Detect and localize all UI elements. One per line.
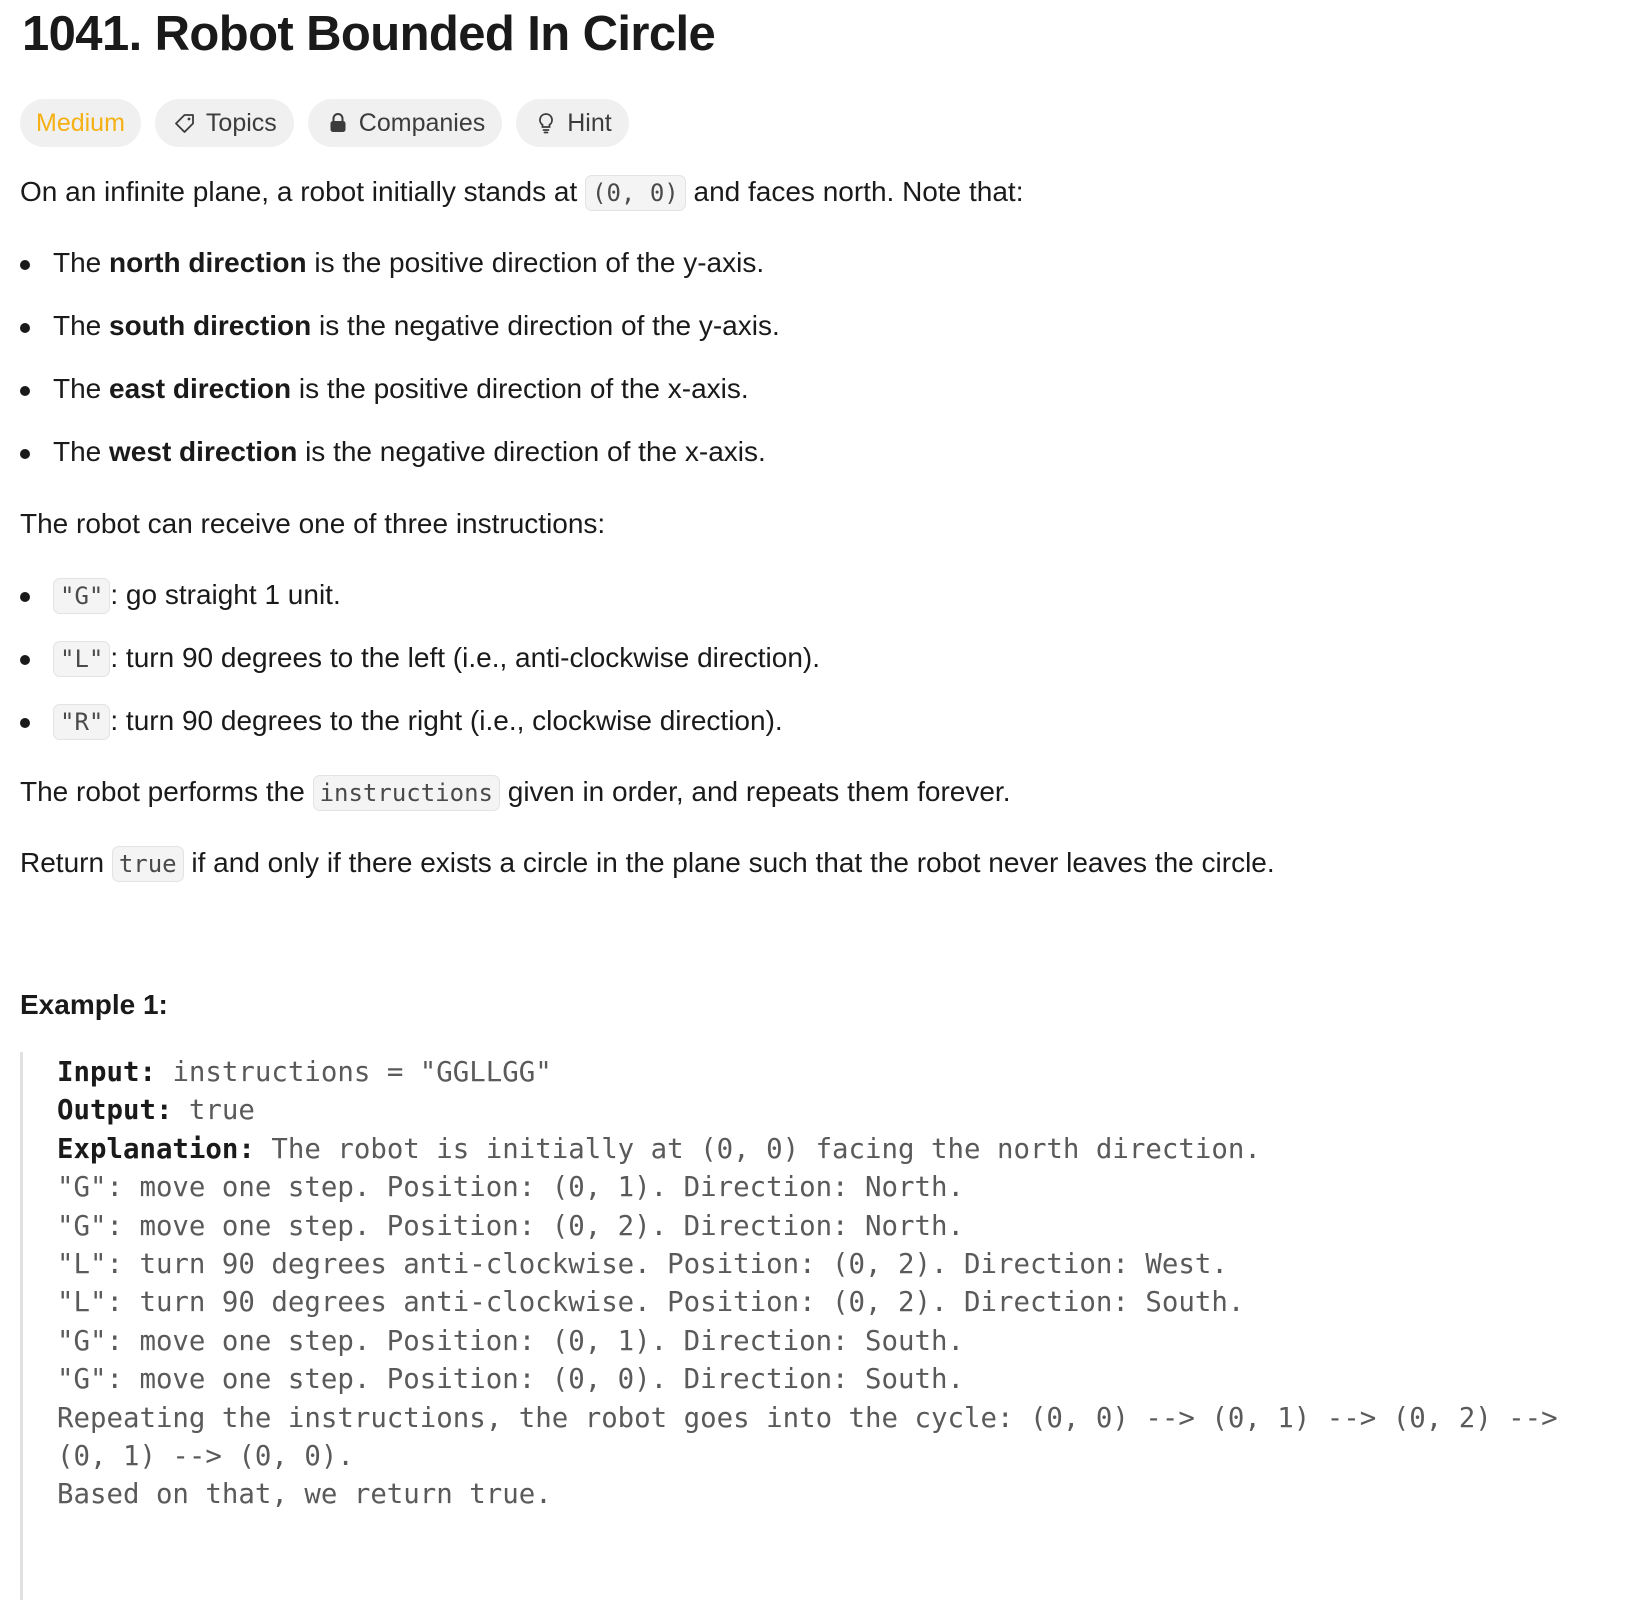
intro-text-end: and faces north. Note that: [685, 176, 1024, 207]
intro-text: On an infinite plane, a robot initially … [20, 176, 586, 207]
bullet-dot [20, 718, 30, 728]
inline-code: "G" [53, 578, 111, 614]
list-item-text: "G": go straight 1 unit. [53, 575, 341, 616]
tag-icon [172, 110, 198, 136]
topics-label: Topics [205, 108, 277, 137]
hint-label: Hint [567, 108, 612, 137]
lightbulb-icon [533, 110, 559, 136]
output-label: Output: [57, 1095, 173, 1127]
return-paragraph: Return true if and only if there exists … [20, 843, 1275, 884]
inline-code: "L" [53, 641, 111, 677]
example-code: Input: instructions = "GGLLGG" Output: t… [57, 1054, 1558, 1515]
inline-code: (0, 0) [585, 175, 686, 211]
example-block: Input: instructions = "GGLLGG" Output: t… [20, 1052, 1620, 1600]
instructions-intro: The robot can receive one of three instr… [20, 508, 606, 539]
tag-bar: Medium Topics Companies Hint [20, 99, 629, 147]
explanation-line: "G": move one step. Position: (0, 1). Di… [57, 1172, 964, 1204]
explanation-value: The robot is initially at (0, 0) facing … [254, 1133, 1261, 1165]
bullet-dot [20, 386, 30, 396]
example-title: Example 1: [20, 989, 168, 1020]
bullet-dot [20, 592, 30, 602]
explanation-line: (0, 1) --> (0, 0). [57, 1441, 354, 1473]
explanation-line: "L": turn 90 degrees anti-clockwise. Pos… [57, 1287, 1245, 1319]
output-value: true [172, 1095, 255, 1127]
explanation-line: "G": move one step. Position: (0, 1). Di… [57, 1325, 964, 1357]
explanation-label: Explanation: [57, 1133, 255, 1165]
list-item-text: "L": turn 90 degrees to the left (i.e., … [53, 638, 820, 679]
hint-button[interactable]: Hint [516, 99, 629, 147]
list-item-text: The south direction is the negative dire… [53, 310, 780, 341]
difficulty-badge[interactable]: Medium [20, 99, 141, 147]
input-value: instructions = "GGLLGG" [155, 1057, 552, 1088]
explanation-line: "L": turn 90 degrees anti-clockwise. Pos… [57, 1249, 1228, 1281]
bullet-dot [20, 449, 30, 459]
bullet-dot [20, 323, 30, 333]
list-item-text: The east direction is the positive direc… [53, 373, 749, 404]
difficulty-label: Medium [36, 108, 125, 137]
intro-paragraph: On an infinite plane, a robot initially … [20, 172, 1023, 213]
list-item-text: The north direction is the positive dire… [53, 247, 765, 278]
performs-paragraph: The robot performs the instructions give… [20, 772, 1011, 813]
explanation-line: "G": move one step. Position: (0, 2). Di… [57, 1210, 964, 1242]
companies-button[interactable]: Companies [307, 99, 503, 147]
input-label: Input: [57, 1057, 156, 1088]
companies-label: Companies [358, 108, 486, 137]
explanation-line: "G": move one step. Position: (0, 0). Di… [57, 1364, 964, 1396]
bullet-dot [20, 655, 30, 665]
bullet-dot [20, 260, 30, 270]
list-item-text: The west direction is the negative direc… [53, 436, 766, 467]
page-title: 1041. Robot Bounded In Circle [22, 7, 716, 61]
problem-description: 1041. Robot Bounded In Circle Medium Top… [0, 0, 1634, 1600]
explanation-line: Based on that, we return true. [57, 1479, 552, 1511]
lock-icon [325, 110, 351, 136]
explanation-line: Repeating the instructions, the robot go… [57, 1402, 1558, 1434]
topics-button[interactable]: Topics [154, 99, 294, 147]
inline-code: instructions [312, 775, 500, 811]
inline-code: true [111, 846, 184, 882]
inline-code: "R" [53, 704, 111, 740]
list-item-text: "R": turn 90 degrees to the right (i.e.,… [53, 701, 783, 742]
